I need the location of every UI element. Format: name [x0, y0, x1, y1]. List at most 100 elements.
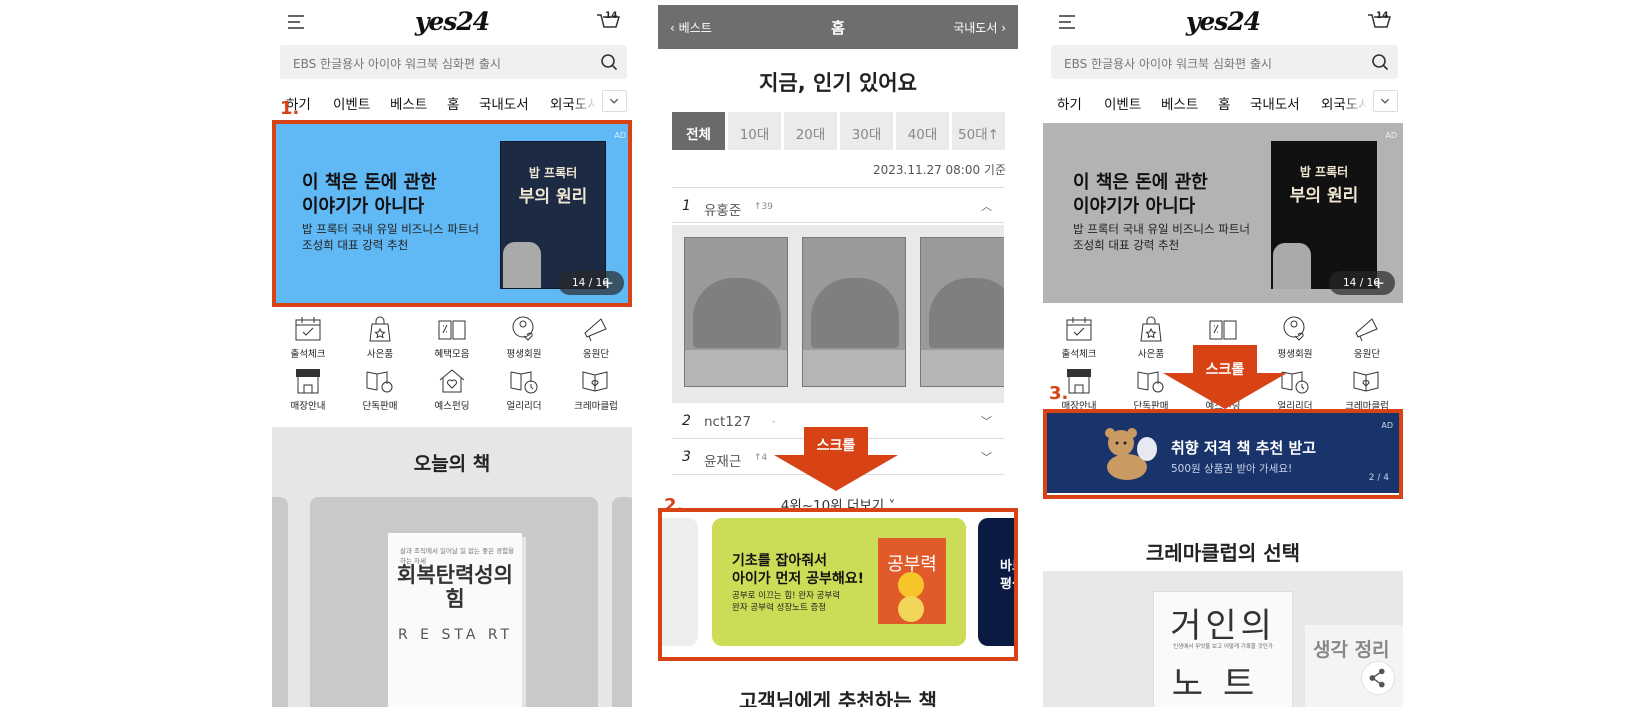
shop-icon: [296, 369, 320, 394]
quick-crema-club[interactable]: 크레마클럽: [560, 367, 632, 412]
scroll-arrow-3: 스크롤: [1163, 345, 1287, 409]
cart-count: 14: [1376, 11, 1389, 21]
tab-home[interactable]: 홈: [1218, 93, 1230, 113]
megaphone-icon: [1355, 318, 1378, 342]
panel-home-scrolled: yes24 14 EBS 한글용사 아이야 워크북 심화편 출시 하기 이벤트 …: [1043, 5, 1403, 707]
chevron-down-icon: [609, 98, 619, 104]
today-book-cover: 삶과 조직에서 일어날 일 없는 좋은 경험을 하는 자세 회복탄력성의 힘 R…: [388, 533, 522, 707]
cart-count: 14: [605, 11, 618, 21]
category-tabs: 하기 이벤트 베스트 홈 국내도서 외국도서: [1043, 87, 1403, 117]
today-book-card[interactable]: 삶과 조직에서 일어날 일 없는 좋은 경험을 하는 자세 회복탄력성의 힘 R…: [310, 497, 598, 707]
quick-label: 예스펀딩: [434, 401, 470, 412]
quick-stores[interactable]: 매장안내: [272, 367, 344, 412]
yes24-logo[interactable]: yes24: [1043, 7, 1403, 36]
plus-icon: +: [1372, 274, 1385, 292]
quick-label: 출석체크: [1061, 349, 1097, 360]
author-photo: [1273, 243, 1311, 289]
tab-0[interactable]: 하기: [1057, 93, 1082, 113]
carousel-prev-card[interactable]: [272, 497, 288, 707]
step-3-label: 3.: [1049, 383, 1069, 404]
gift-bag-icon: [1140, 316, 1162, 342]
age-tab-30s[interactable]: 30대: [840, 112, 893, 150]
scroll-label: 스크롤: [816, 438, 856, 454]
cart-button[interactable]: 14: [1367, 11, 1392, 33]
search-box[interactable]: EBS 한글용사 아이야 워크북 심화편 출시: [280, 45, 627, 79]
quick-crema-club[interactable]: 크레마클럽: [1331, 367, 1403, 412]
age-tab-10s[interactable]: 10대: [728, 112, 781, 150]
age-tab-20s[interactable]: 20대: [784, 112, 837, 150]
carousel-next-card[interactable]: [612, 497, 632, 707]
quick-supporters[interactable]: 응원단: [1331, 315, 1403, 360]
gift-bag-icon: [369, 316, 391, 342]
tab-event[interactable]: 이벤트: [333, 93, 370, 113]
rank-change: -: [772, 417, 776, 427]
rank-name: 윤재근: [704, 454, 742, 470]
search-placeholder: EBS 한글용사 아이야 워크북 심화편 출시: [1064, 57, 1272, 71]
chevron-down-icon[interactable]: ﹀: [981, 449, 992, 465]
age-tab-40s[interactable]: 40대: [896, 112, 949, 150]
ad-label: AD: [1385, 131, 1397, 140]
quick-label: 응원단: [1353, 349, 1381, 360]
book-thumbnail[interactable]: [802, 237, 906, 387]
quick-early-reader[interactable]: 얼리리더: [488, 367, 560, 412]
search-icon[interactable]: [1371, 53, 1389, 71]
quick-funding[interactable]: 예스펀딩: [416, 367, 488, 412]
chevron-down-icon[interactable]: ﹀: [981, 413, 992, 429]
book-thumbnail[interactable]: [920, 237, 1004, 387]
rank-change: ↑39: [754, 202, 773, 212]
tabs-expand-button[interactable]: [602, 90, 627, 112]
book-heart-icon: [582, 371, 608, 392]
cover-band: [803, 350, 905, 386]
tabs-expand-button[interactable]: [1373, 90, 1398, 112]
tab-best[interactable]: 베스트: [390, 93, 427, 113]
book-star-icon: [366, 371, 393, 393]
main-banner-dimmed[interactable]: 이 책은 돈에 관한 이야기가 아니다 밥 프록터 국내 유일 비즈니스 파트너…: [1043, 123, 1403, 303]
quick-exclusive[interactable]: 단독판매: [344, 367, 416, 412]
quick-label: 평생회원: [506, 349, 542, 360]
tab-event[interactable]: 이벤트: [1104, 93, 1141, 113]
quick-gift[interactable]: 사은품: [344, 315, 416, 360]
age-tab-all[interactable]: 전체: [672, 112, 725, 150]
search-placeholder: EBS 한글용사 아이야 워크북 심화편 출시: [293, 57, 501, 71]
quick-lifetime-member[interactable]: 평생회원: [488, 315, 560, 360]
quick-supporters[interactable]: 응원단: [560, 315, 632, 360]
crema-book-title-b: 노트: [1171, 664, 1275, 704]
crema-book-subtitle: 인생에서 무엇을 보고 어떻게 기록할 것인가: [1173, 644, 1273, 650]
quick-attendance[interactable]: 출석체크: [272, 315, 344, 360]
chevron-up-icon[interactable]: ︿: [981, 198, 992, 214]
quick-attendance[interactable]: 출석체크: [1043, 315, 1115, 360]
book-thumbnail[interactable]: [684, 237, 788, 387]
yes24-logo[interactable]: yes24: [272, 7, 632, 36]
tab-home[interactable]: 홈: [447, 93, 459, 113]
tab-domestic-books[interactable]: 국내도서: [1250, 93, 1300, 113]
today-book-letters: R E STA RT: [398, 627, 514, 643]
banner-pager[interactable]: 14 / 16 +: [1329, 271, 1395, 295]
ranking-date: 2023.11.27 08:00 기준: [873, 163, 1006, 177]
search-box[interactable]: EBS 한글용사 아이야 워크북 심화편 출시: [1051, 45, 1398, 79]
today-book-title: 회복탄력성의 힘: [397, 563, 513, 611]
coupon-book-icon: [438, 320, 466, 340]
calendar-check-icon: [1066, 317, 1092, 341]
tab-best[interactable]: 베스트: [1161, 93, 1198, 113]
rank-row[interactable]: 1 유홍준 ↑39 ︿: [672, 187, 1004, 223]
highlight-box-2: [658, 508, 1018, 661]
crema-book-cover[interactable]: 거인의 인생에서 무엇을 보고 어떻게 기록할 것인가 노트: [1153, 591, 1293, 707]
quick-benefits[interactable]: 혜택모음: [416, 315, 488, 360]
share-icon: [1369, 668, 1385, 688]
calendar-check-icon: [295, 317, 321, 341]
search-icon[interactable]: [600, 53, 618, 71]
tab-domestic-books[interactable]: 국내도서: [479, 93, 529, 113]
next-category-link[interactable]: 국내도서 ›: [953, 19, 1006, 36]
cart-button[interactable]: 14: [596, 11, 621, 33]
banner-book-cover: 밥 프록터 부의 원리: [1271, 141, 1377, 289]
cover-band: [921, 350, 1004, 386]
share-button[interactable]: [1361, 661, 1395, 695]
quick-label: 사은품: [366, 349, 394, 360]
quick-label: 얼리리더: [506, 401, 542, 412]
shop-icon: [1067, 369, 1091, 394]
megaphone-icon: [584, 318, 607, 342]
scroll-arrow-2: 스크롤: [774, 427, 898, 491]
age-tab-50s[interactable]: 50대↑: [952, 112, 1005, 150]
crema-next-book-title: 생각 정리: [1313, 639, 1390, 661]
rank-name: nct127: [704, 414, 752, 430]
